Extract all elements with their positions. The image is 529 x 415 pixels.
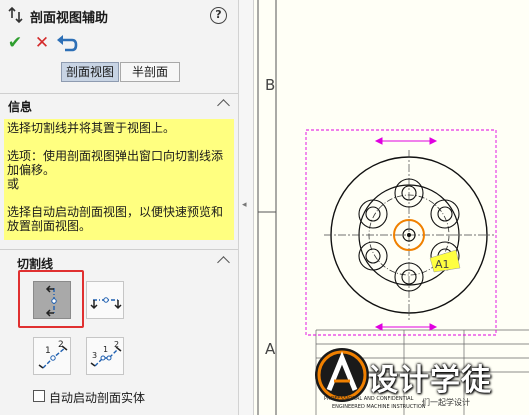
horizontal-cutline-button[interactable] (86, 281, 124, 319)
flange-part[interactable] (324, 150, 494, 320)
collapse-chevron-icon[interactable] (217, 256, 230, 269)
section-view-assist-icon (8, 6, 23, 24)
section-divider (0, 249, 238, 250)
auto-start-checkbox[interactable] (33, 390, 45, 402)
panel-title-row: 剖面视图辅助 ? (0, 0, 238, 30)
zone-label-a: A (265, 340, 276, 358)
action-row: ✔ ✕ (0, 33, 238, 55)
info-section-header[interactable]: 信息 (0, 95, 238, 117)
section-label-text: A1 (435, 258, 450, 271)
info-section-label: 信息 (8, 100, 33, 114)
svg-text:1: 1 (103, 345, 108, 354)
auxiliary-cutline-button[interactable]: 3 1 2 (86, 337, 124, 375)
vertical-cutline-icon (45, 285, 57, 317)
info-line-1: 选择切割线并将其置于视图上。 (7, 121, 176, 135)
splitter-grip-icon[interactable]: ◂ (242, 200, 250, 210)
info-message-box: 选择切割线并将其置于视图上。 选项：使用剖面视图弹出窗口向切割线添加偏移。 或 … (4, 119, 234, 240)
collapse-chevron-icon[interactable] (217, 99, 230, 112)
svg-text:3: 3 (92, 351, 97, 360)
section-label-tag[interactable]: A1 (429, 249, 461, 273)
watermark-logo (315, 348, 369, 402)
info-line-4: 选择自动启动剖面视图，以便快速预览和放置剖面视图。 (7, 205, 224, 233)
watermark-fine-text: PROFESSIONAL AND CONFIDENTIAL (324, 396, 414, 402)
watermark-subtitle: 们一起学设计 (422, 398, 470, 407)
drawing-sheet[interactable]: A1 B A 设计学徒 们一起学设计 PROFESSIONAL AND CONF… (254, 0, 529, 415)
view-arrow-bottom (374, 323, 438, 331)
horizontal-cutline-icon (90, 297, 122, 310)
view-arrow-top (374, 137, 438, 145)
info-line-3: 或 (7, 177, 20, 191)
auxiliary-cutline-icon: 3 1 2 (90, 340, 122, 367)
ok-button[interactable]: ✔ (5, 33, 25, 53)
aligned-cutline-button[interactable]: 1 2 (33, 337, 71, 375)
watermark-text: 设计学徒 (368, 363, 492, 398)
property-manager-panel: 剖面视图辅助 ? ✔ ✕ 剖面视图 半剖面 信息 选择切割线并将其置于视图上。 … (0, 0, 238, 415)
aligned-cutline-icon: 1 2 (38, 340, 68, 369)
info-line-2: 选项：使用剖面视图弹出窗口向切割线添加偏移。 (7, 149, 224, 177)
vertical-cutline-button[interactable] (33, 281, 71, 319)
cancel-button[interactable]: ✕ (32, 33, 52, 53)
undo-icon[interactable] (56, 34, 78, 54)
tab-half-section[interactable]: 半剖面 (120, 62, 180, 82)
svg-text:1: 1 (45, 346, 51, 356)
view-boundary[interactable] (305, 129, 497, 336)
section-divider (0, 93, 238, 94)
help-icon[interactable]: ? (210, 7, 227, 24)
zone-label-b: B (265, 76, 276, 94)
svg-text:2: 2 (58, 340, 64, 350)
tab-section-view[interactable]: 剖面视图 (61, 62, 119, 82)
panel-title: 剖面视图辅助 (30, 11, 109, 26)
watermark-fine-text: ENGINEERED MACHINE INSTRUCTION (332, 404, 426, 410)
auto-start-label: 自动启动剖面实体 (49, 391, 146, 405)
panel-splitter[interactable]: ◂ (238, 0, 254, 415)
drawing-canvas[interactable]: A1 (254, 0, 529, 415)
